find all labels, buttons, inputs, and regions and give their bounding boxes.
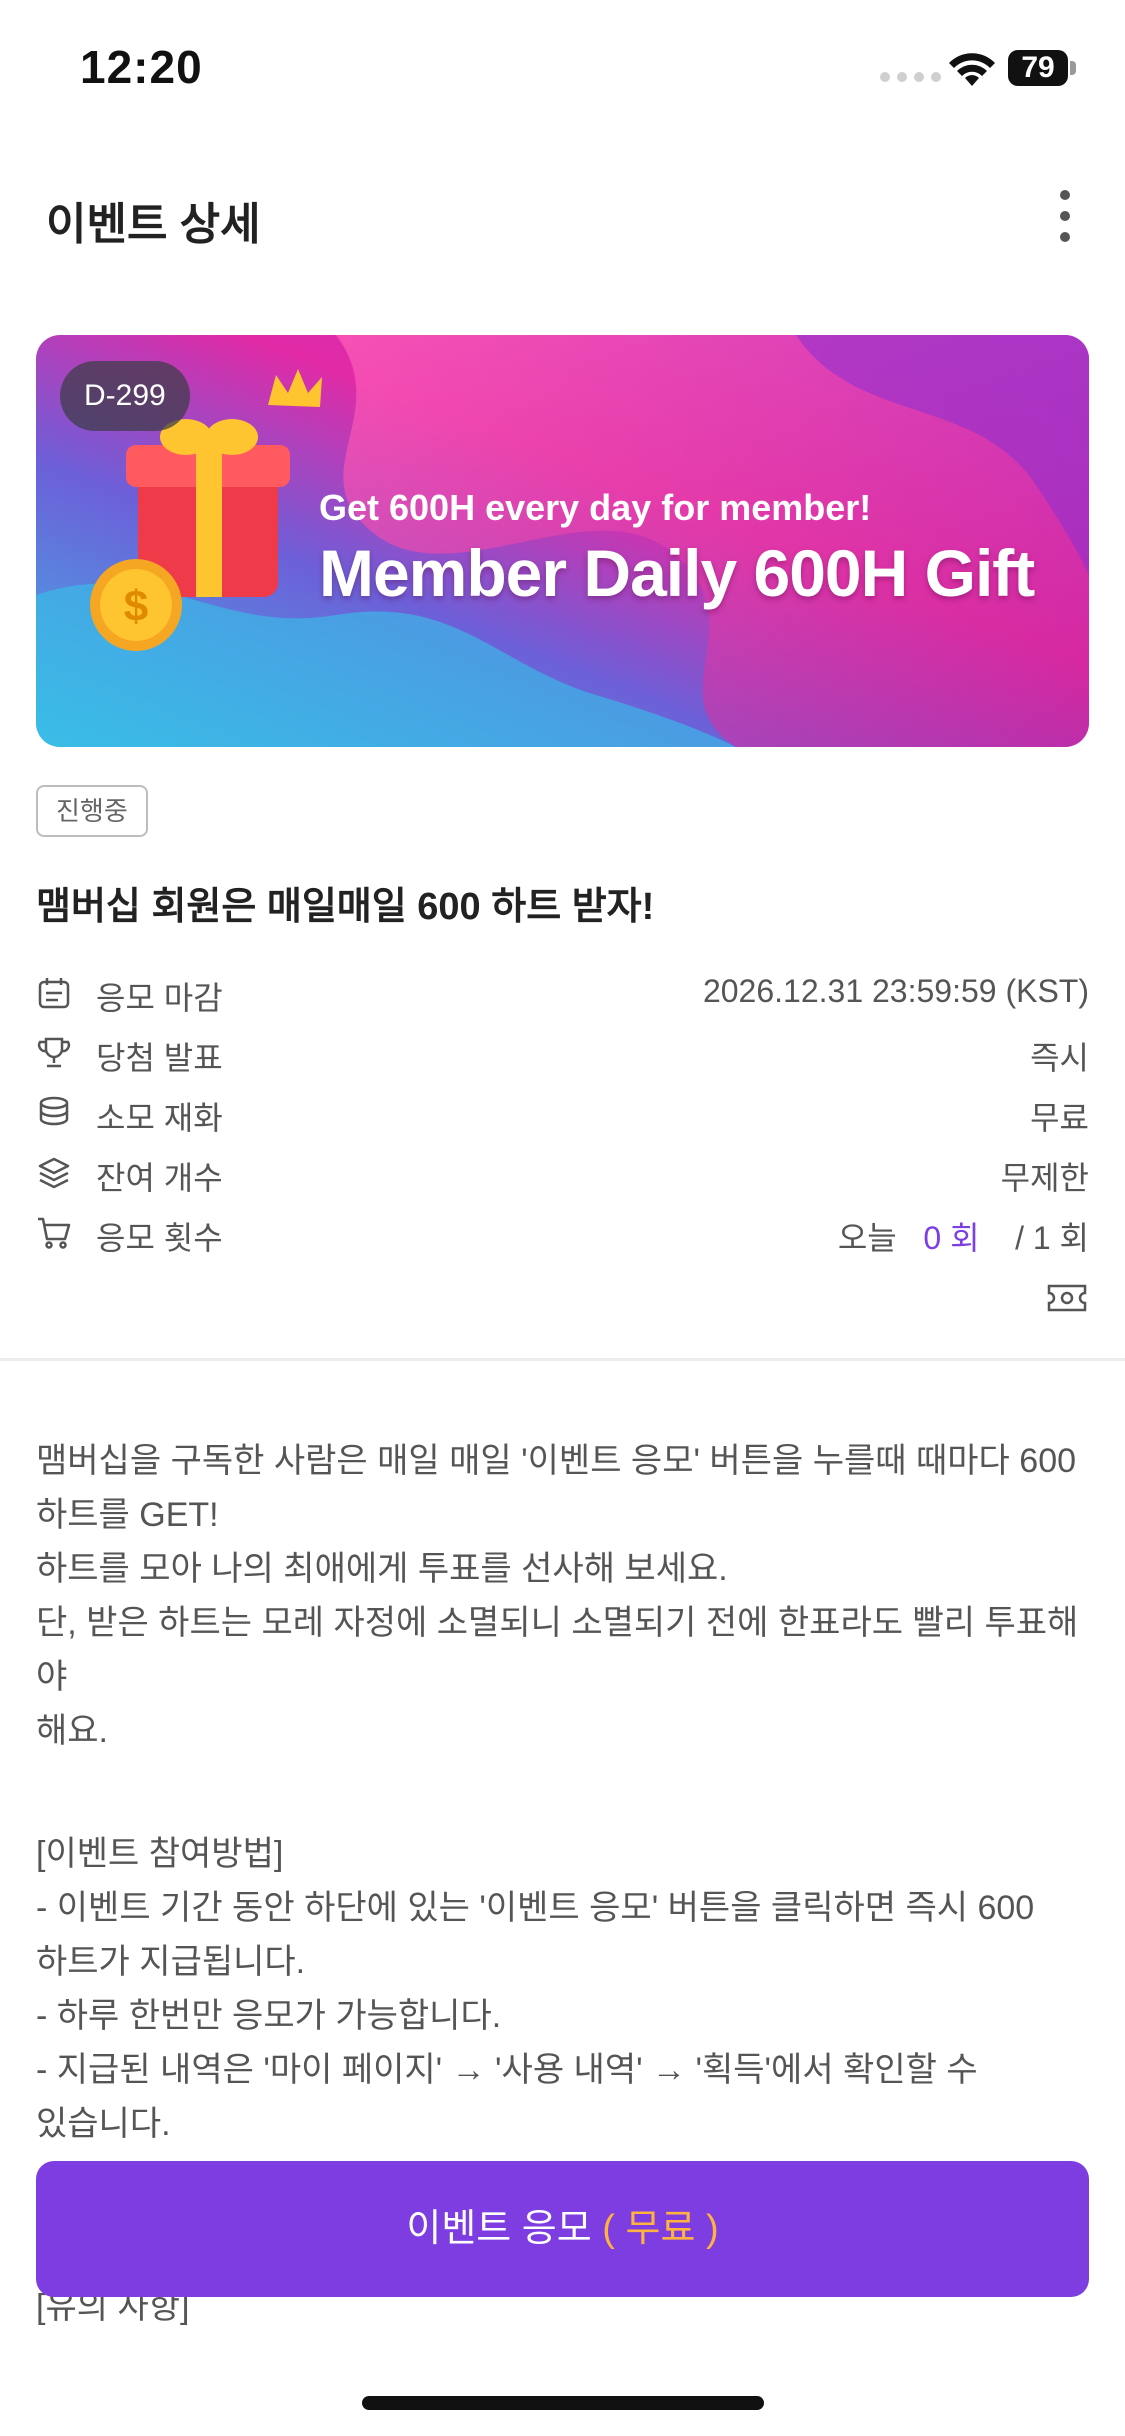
description-line: 하트를 모아 나의 최애에게 투표를 선사해 보세요.	[36, 1550, 728, 1588]
status-bar: 12:20 79	[0, 0, 1125, 130]
info-row-announcement: 당첨 발표 즉시	[36, 1025, 1089, 1081]
info-row-deadline: 응모 마감 2026.12.31 23:59:59 (KST)	[36, 965, 1089, 1021]
info-label: 소모 재화	[96, 1100, 223, 1136]
event-title: 맴버십 회원은 매일매일 600 하트 받자!	[36, 886, 655, 928]
coins-icon	[39, 1096, 69, 1126]
description-line: 해요.	[36, 1712, 109, 1750]
info-label: 잔여 개수	[96, 1160, 223, 1196]
event-banner: $ D-299 Get 600H every day for member! M…	[36, 335, 1089, 747]
info-value: 무제한	[1000, 1160, 1089, 1196]
banner-title: Member Daily 600H Gift	[319, 536, 1035, 610]
battery-level: 79	[1021, 51, 1055, 84]
cart-icon	[38, 1217, 71, 1249]
more-dot-icon	[1060, 211, 1070, 221]
page-title: 이벤트 상세	[46, 200, 261, 249]
description-line: - 지급된 내역은 '마이 페이지' → '사용 내역' → '획득'에서 확인…	[36, 2051, 978, 2089]
description-line: 단, 받은 하트는 모레 자정에 소멸되니 소멸되기 전에 한표라도 빨리 투표…	[36, 1604, 1079, 1696]
d-day-badge: D-299	[60, 361, 190, 431]
cellular-signal-icon	[880, 72, 941, 82]
info-row-remaining: 잔여 개수 무제한	[36, 1145, 1089, 1201]
svg-text:$: $	[124, 582, 148, 631]
entry-total: / 1 회	[1015, 1220, 1089, 1256]
entry-count: 오늘 0 회 / 1 회	[838, 1213, 1089, 1259]
event-status-badge: 진행중	[36, 785, 148, 837]
battery-icon: 79	[1008, 50, 1076, 88]
event-description: 맴버십을 구독한 사람은 매일 매일 '이벤트 응모' 버튼을 누를때 때마다 …	[36, 1434, 1096, 1758]
info-row-currency: 소모 재화 무료	[36, 1085, 1089, 1141]
ticket-icon[interactable]	[1045, 1280, 1089, 1316]
info-label: 응모 횟수	[96, 1220, 223, 1256]
description-line: 맴버십을 구독한 사람은 매일 매일 '이벤트 응모' 버튼을 누를때 때마다 …	[36, 1442, 1077, 1480]
calendar-icon	[38, 978, 70, 1009]
app-header: 이벤트 상세	[0, 150, 1125, 280]
more-dot-icon	[1060, 190, 1070, 200]
more-options-button[interactable]	[1040, 186, 1090, 246]
section-divider	[0, 1358, 1125, 1361]
coin-icon: $	[90, 559, 182, 651]
more-dot-icon	[1060, 232, 1070, 242]
status-time: 12:20	[80, 41, 203, 93]
description-line: 하트가 지급됩니다.	[36, 1943, 306, 1981]
info-label: 당첨 발표	[96, 1040, 223, 1076]
wifi-icon	[949, 53, 995, 86]
how-to-participate: [이벤트 참여방법] - 이벤트 기간 동안 하단에 있는 '이벤트 응모' 버…	[36, 1827, 1096, 2151]
event-apply-button[interactable]: 이벤트 응모 ( 무료 )	[36, 2161, 1089, 2297]
entry-today-prefix: 오늘	[837, 1220, 897, 1256]
home-indicator	[362, 2396, 764, 2410]
layers-icon	[38, 1157, 70, 1189]
info-label: 응모 마감	[96, 980, 223, 1016]
section-heading: [이벤트 참여방법]	[36, 1835, 284, 1873]
info-row-entries: 응모 횟수 오늘 0 회 / 1 회	[36, 1205, 1089, 1261]
trophy-icon	[37, 1037, 71, 1068]
description-line: - 하루 한번만 응모가 가능합니다.	[36, 1997, 502, 2035]
apply-button-label: 이벤트 응모	[406, 2208, 592, 2250]
info-value: 무료	[1030, 1100, 1089, 1136]
entry-today-count: 0 회	[923, 1220, 980, 1256]
description-line: - 이벤트 기간 동안 하단에 있는 '이벤트 응모' 버튼을 클릭하면 즉시 …	[36, 1889, 1035, 1927]
description-line: 있습니다.	[36, 2105, 171, 2143]
info-value: 2026.12.31 23:59:59 (KST)	[702, 973, 1089, 1009]
banner-subtitle: Get 600H every day for member!	[319, 487, 872, 528]
info-value: 즉시	[1030, 1040, 1089, 1076]
apply-button-free: ( 무료 )	[602, 2208, 719, 2250]
description-line: 하트를 GET!	[36, 1496, 219, 1534]
